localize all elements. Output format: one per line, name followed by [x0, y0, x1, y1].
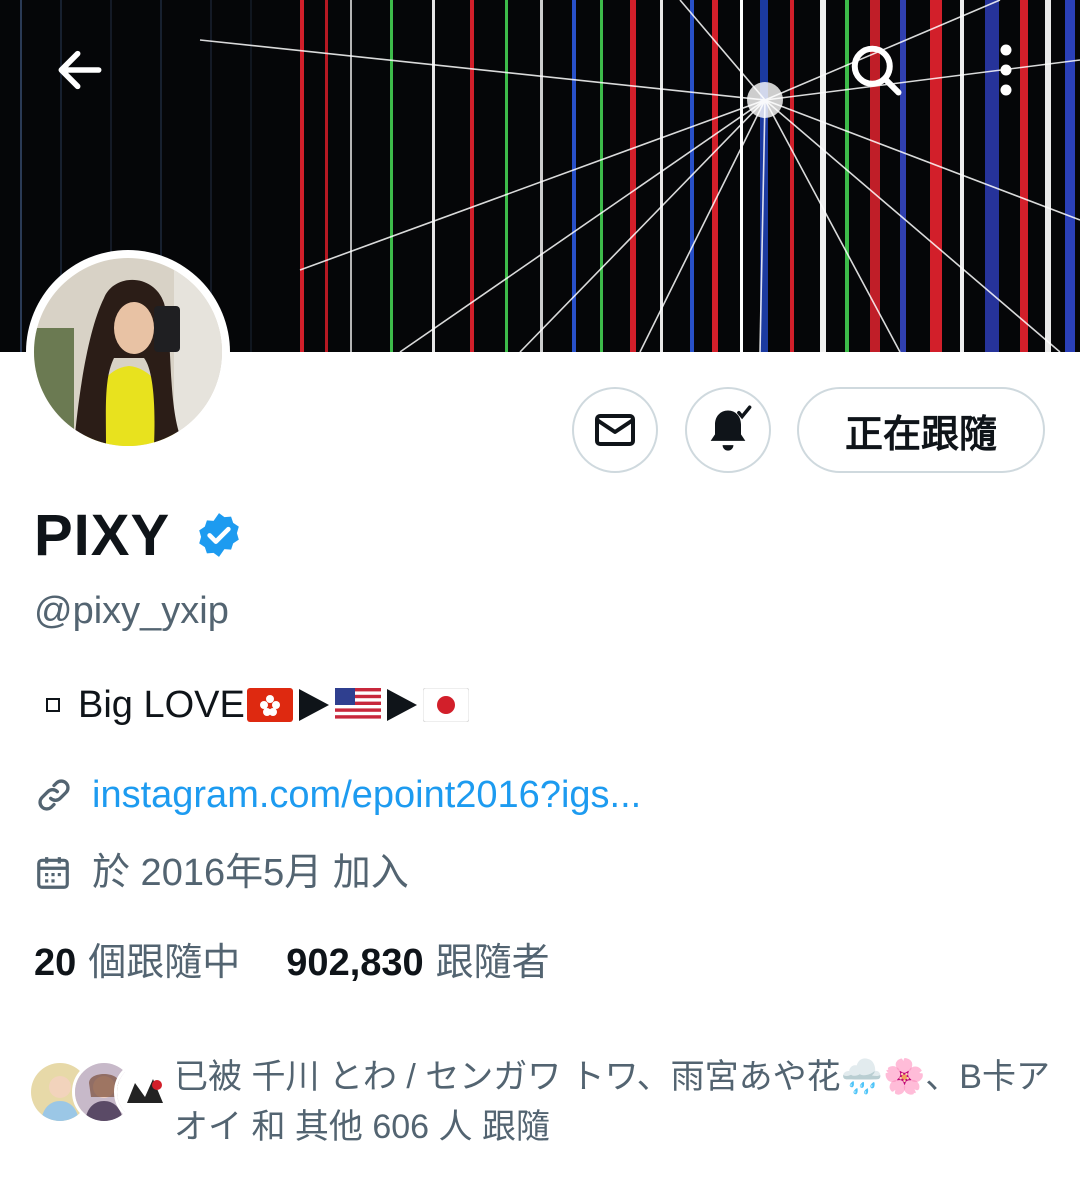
link-icon [38, 779, 70, 811]
profile-bio: Big LOVE [34, 680, 471, 730]
play-arrow-icon [386, 689, 417, 721]
user-handle: @pixy_yxip [34, 590, 229, 632]
japan-flag-icon [422, 688, 469, 722]
following-count: 20 [34, 942, 77, 984]
display-name: PIXY [34, 503, 171, 568]
followers-stat[interactable]: 902,830 跟隨者 [286, 938, 549, 988]
profile-avatar[interactable] [26, 250, 230, 454]
known-followers-avatars [24, 1052, 178, 1132]
following-stat[interactable]: 20 個跟隨中 [34, 938, 240, 988]
followers-count: 902,830 [286, 942, 424, 984]
following-button[interactable]: 正在跟隨 [797, 387, 1045, 473]
joined-date: 於 2016年5月 加入 [92, 852, 409, 894]
play-arrow-icon [298, 689, 329, 721]
hong-kong-flag-icon [246, 688, 293, 722]
known-followers[interactable]: 已被 千川 とわ / センガワ トワ、雨宮あや花🌧️🌸、B卡アオイ 和 其他 6… [24, 1052, 1064, 1152]
search-icon [851, 45, 902, 96]
message-button[interactable] [572, 387, 658, 473]
mail-icon [595, 414, 635, 446]
bell-icon [710, 405, 752, 451]
search-button[interactable] [836, 30, 916, 110]
back-button[interactable] [40, 30, 120, 110]
followers-label: 跟隨者 [435, 942, 550, 984]
bio-text: Big LOVE [78, 684, 245, 726]
profile-link[interactable]: instagram.com/epoint2016?igs... [92, 770, 641, 820]
more-options-button[interactable] [966, 30, 1046, 110]
us-flag-icon [334, 688, 381, 722]
known-followers-text: 已被 千川 とわ / センガワ トワ、雨宮あや花🌧️🌸、B卡アオイ 和 其他 6… [174, 1058, 1050, 1146]
profile-link-row: instagram.com/epoint2016?igs... [34, 770, 641, 820]
verified-badge-icon[interactable] [194, 510, 244, 560]
back-arrow-icon [58, 50, 102, 90]
follower-avatar [114, 1060, 178, 1124]
avatar-image [34, 258, 222, 446]
joined-row: 於 2016年5月 加入 [34, 848, 409, 898]
calendar-icon [37, 857, 69, 889]
more-vertical-icon [1000, 44, 1012, 96]
square-bullet-icon [46, 698, 60, 712]
notifications-button[interactable] [685, 387, 771, 473]
follow-stats: 20 個跟隨中 902,830 跟隨者 [34, 938, 550, 988]
following-label: 個跟隨中 [88, 942, 241, 984]
